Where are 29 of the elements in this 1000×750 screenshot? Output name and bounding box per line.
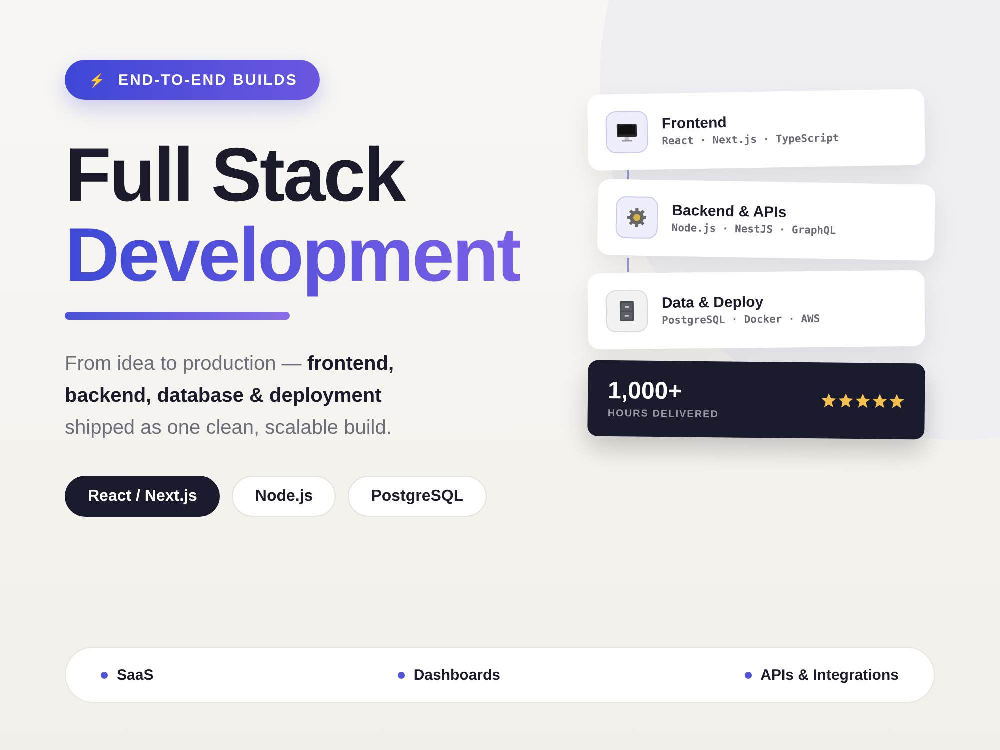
- star-icon: [854, 393, 872, 410]
- card-subtitle: PostgreSQL · Docker · AWS: [662, 313, 820, 327]
- card-title: Frontend: [662, 114, 728, 133]
- tech-chip[interactable]: PostgreSQL: [348, 476, 487, 517]
- badge-label: END-TO-END BUILDS: [118, 72, 298, 88]
- feature-label: APIs & Integrations: [760, 666, 899, 684]
- star-icon: [872, 393, 888, 410]
- feature-label: SaaS: [117, 666, 154, 684]
- connector-line: [627, 258, 629, 272]
- bullet-dot: [398, 672, 405, 678]
- feature-label: Dashboards: [414, 666, 501, 684]
- monitor-icon: [616, 121, 638, 144]
- tech-chip[interactable]: Node.js: [232, 476, 336, 517]
- card-title: Backend & APIs: [672, 202, 788, 222]
- description: From idea to production — frontend, backend, database & deployment shipped as one clean, scalable build.: [65, 352, 395, 441]
- headline: Full Stack: [65, 136, 404, 216]
- badge-icon: ⚡: [89, 72, 106, 88]
- card-title: Data & Deploy: [662, 293, 765, 312]
- star-icon: [888, 393, 906, 410]
- bullet-dot: [101, 672, 108, 678]
- star-icon: [838, 392, 854, 410]
- card-subtitle: Node.js · NestJS · GraphQL: [672, 222, 836, 238]
- bullet-dot: [744, 672, 752, 678]
- stat-value: 1,000+: [608, 377, 684, 407]
- stat-label: HOURS DELIVERED: [608, 408, 720, 421]
- gear-icon: [626, 206, 648, 229]
- star-icon: [820, 392, 838, 409]
- tech-chip[interactable]: React / Next.js: [65, 476, 220, 517]
- card-subtitle: React · Next.js · TypeScript: [662, 132, 840, 148]
